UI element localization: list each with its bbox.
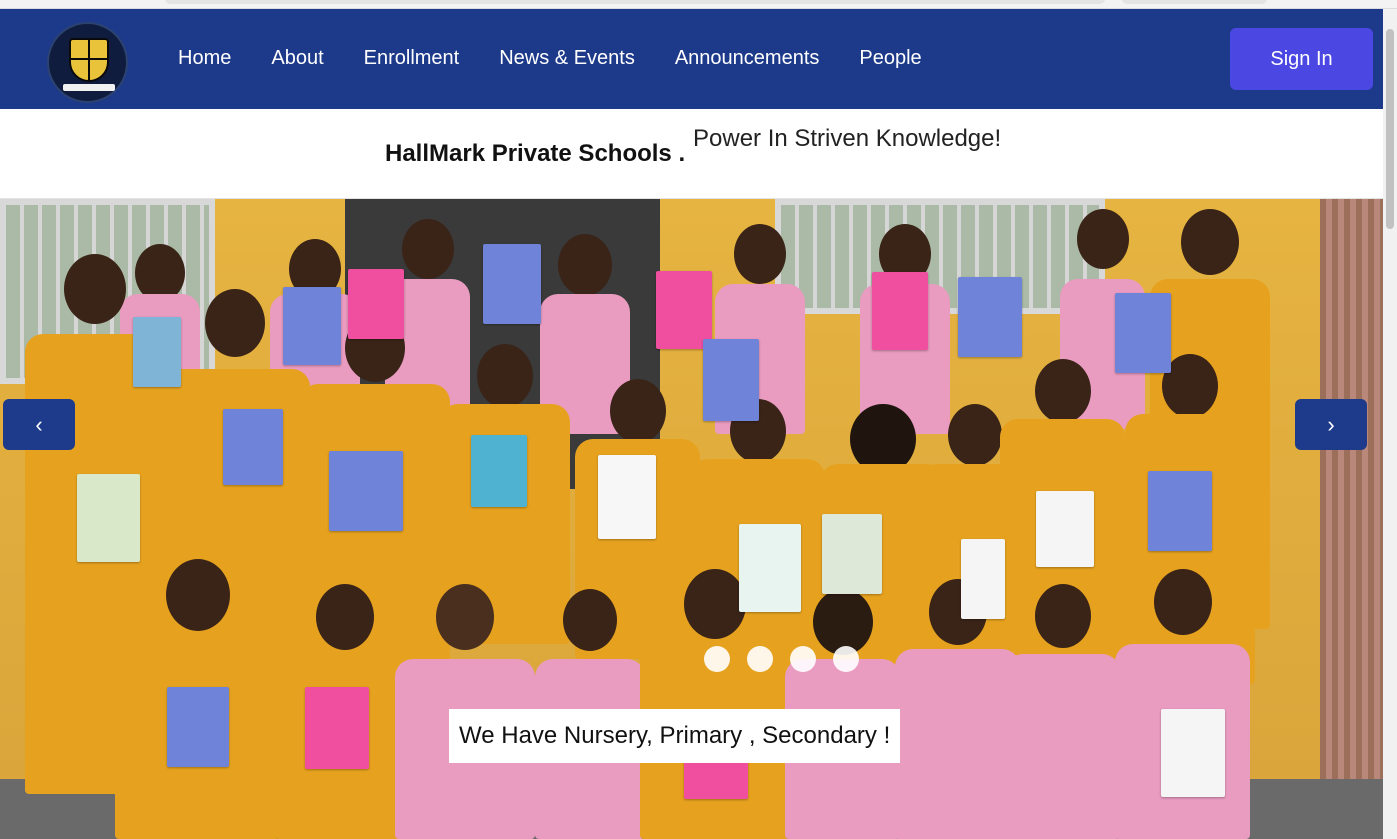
carousel-dot-2[interactable] — [747, 646, 773, 672]
chevron-left-icon: ‹ — [35, 411, 43, 437]
navbar: Home About Enrollment News & Events Anno… — [0, 9, 1383, 109]
nav-links: Home About Enrollment News & Events Anno… — [178, 47, 962, 70]
scrollbar-thumb[interactable] — [1386, 29, 1394, 229]
school-motto: Power In Striven Knowledge! — [693, 125, 1002, 152]
carousel-dot-3[interactable] — [790, 646, 816, 672]
page-scrollbar[interactable] — [1383, 9, 1397, 839]
nav-home[interactable]: Home — [178, 47, 231, 70]
browser-control[interactable] — [1122, 0, 1267, 4]
nav-people[interactable]: People — [859, 47, 921, 70]
chevron-right-icon: › — [1327, 411, 1335, 437]
logo-ribbon — [63, 84, 115, 91]
carousel-caption: We Have Nursery, Primary , Secondary ! — [449, 709, 901, 763]
carousel-next-button[interactable]: › — [1295, 399, 1367, 450]
browser-top-strip — [0, 0, 1397, 9]
carousel-indicators — [704, 646, 859, 672]
sign-in-button[interactable]: Sign In — [1230, 28, 1373, 90]
school-name: HallMark Private Schools . — [385, 140, 686, 167]
carousel-dot-4[interactable] — [833, 646, 859, 672]
carousel-prev-button[interactable]: ‹ — [3, 399, 75, 450]
shield-icon — [69, 38, 109, 82]
nav-announcements[interactable]: Announcements — [675, 47, 820, 70]
title-band: HallMark Private Schools . Power In Stri… — [0, 109, 1383, 199]
nav-enrollment[interactable]: Enrollment — [364, 47, 460, 70]
nav-about[interactable]: About — [271, 47, 323, 70]
nav-news-events[interactable]: News & Events — [499, 47, 635, 70]
carousel-dot-1[interactable] — [704, 646, 730, 672]
school-logo[interactable] — [47, 22, 128, 103]
address-bar[interactable] — [165, 0, 1105, 4]
hero-carousel: ‹ › We Have Nursery, Primary , Secondary… — [0, 199, 1383, 839]
